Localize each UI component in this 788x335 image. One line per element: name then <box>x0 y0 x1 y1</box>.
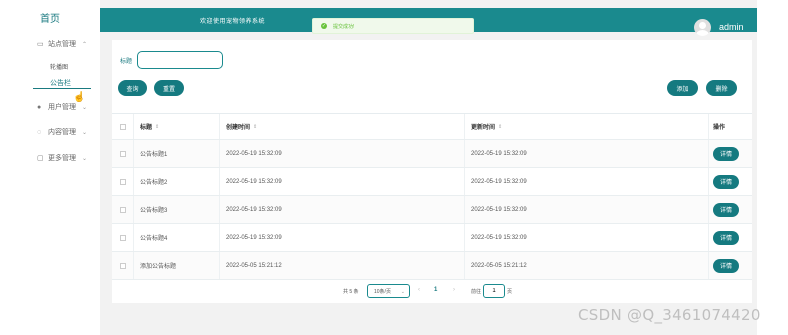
goto-label: 前往 <box>471 289 482 295</box>
pagination-total: 共 5 条 <box>343 289 359 295</box>
sort-icon[interactable]: ⇕ <box>155 124 159 130</box>
sidebar-item-user-management[interactable]: ● 用户管理 ⌄ <box>0 99 100 115</box>
cell-title: 添加公告标题 <box>134 252 220 279</box>
sort-icon[interactable]: ⇕ <box>253 124 257 130</box>
cell-updated: 2022-05-19 15:32:09 <box>465 140 709 167</box>
sidebar-item-content-management[interactable]: ◌ 内容管理 ⌄ <box>0 124 100 140</box>
cell-created: 2022-05-19 15:32:09 <box>220 140 465 167</box>
cell-updated: 2022-05-19 15:32:09 <box>465 196 709 223</box>
table-row: 公告标题3 2022-05-19 15:32:09 2022-05-19 15:… <box>112 196 752 224</box>
row-checkbox[interactable] <box>119 262 126 269</box>
sidebar-item-label: 用户管理 <box>48 104 76 111</box>
detail-button[interactable]: 详情 <box>713 174 739 189</box>
pagination: 共 5 条 10条/页 ⌄ ‹ 1 › 前往 页 <box>112 284 752 298</box>
cell-created: 2022-05-05 15:21:12 <box>220 252 465 279</box>
main-area: 欢迎使用宠物领养系统 admin ✓ 提交成功! 标题 查询 重置 添加 删除 … <box>100 0 757 335</box>
watermark: CSDN @Q_3461074420 <box>578 306 761 324</box>
detail-button[interactable]: 详情 <box>713 202 739 217</box>
goto-page-input[interactable] <box>483 284 505 298</box>
sidebar-item-label: 内容管理 <box>48 129 76 136</box>
table-row: 公告标题1 2022-05-19 15:32:09 2022-05-19 15:… <box>112 140 752 168</box>
page-title: 欢迎使用宠物领养系统 <box>200 18 266 25</box>
sidebar-item-more-management[interactable]: ▢ 更多管理 ⌄ <box>0 150 100 166</box>
user-icon: ● <box>37 103 42 111</box>
chevron-down-icon: ⌄ <box>400 289 405 295</box>
monitor-icon: ▭ <box>37 41 44 48</box>
sidebar-item-label: 更多管理 <box>48 155 76 162</box>
delete-button[interactable]: 删除 <box>706 80 737 96</box>
notice-table: 标题 ⇕ 创建时间 ⇕ 更新时间 ⇕ 操作 公告标题1 2022-05-19 15:3… <box>112 113 752 280</box>
success-toast: ✓ 提交成功! <box>312 18 474 34</box>
table-header: 标题 ⇕ 创建时间 ⇕ 更新时间 ⇕ 操作 <box>112 114 752 140</box>
row-checkbox[interactable] <box>119 178 126 185</box>
next-page-button[interactable]: › <box>453 287 455 293</box>
filter-label: 标题 <box>120 59 133 65</box>
chat-icon: ▢ <box>37 155 44 162</box>
query-button[interactable]: 查询 <box>118 80 147 96</box>
cell-updated: 2022-05-19 15:32:09 <box>465 224 709 251</box>
row-checkbox[interactable] <box>119 234 126 241</box>
page-size-select[interactable]: 10条/页 ⌄ <box>367 284 410 298</box>
comment-icon: ◌ <box>37 128 42 136</box>
detail-button[interactable]: 详情 <box>713 258 739 273</box>
cell-created: 2022-05-19 15:32:09 <box>220 196 465 223</box>
avatar[interactable] <box>694 19 711 36</box>
chevron-up-icon: ⌃ <box>82 41 88 48</box>
chevron-down-icon: ⌄ <box>82 155 88 162</box>
chevron-down-icon: ⌄ <box>82 129 88 136</box>
column-header-created[interactable]: 创建时间 ⇕ <box>220 114 465 139</box>
username[interactable]: admin <box>719 22 744 32</box>
goto-suffix: 页 <box>507 289 513 295</box>
sidebar: 首页 ▭ 站点管理 ⌃ 轮播图 公告栏 ☝ ● 用户管理 ⌄ ◌ 内容管理 ⌄ … <box>0 0 100 335</box>
column-header-updated[interactable]: 更新时间 ⇕ <box>465 114 709 139</box>
page-number[interactable]: 1 <box>434 287 437 293</box>
row-checkbox[interactable] <box>119 206 126 213</box>
table-row: 公告标题4 2022-05-19 15:32:09 2022-05-19 15:… <box>112 224 752 252</box>
table-row: 添加公告标题 2022-05-05 15:21:12 2022-05-05 15… <box>112 252 752 280</box>
add-button[interactable]: 添加 <box>667 80 698 96</box>
sort-icon[interactable]: ⇕ <box>498 124 502 130</box>
cell-created: 2022-05-19 15:32:09 <box>220 224 465 251</box>
sidebar-item-label: 站点管理 <box>48 41 76 48</box>
detail-button[interactable]: 详情 <box>713 146 739 161</box>
row-checkbox[interactable] <box>119 150 126 157</box>
cell-created: 2022-05-19 15:32:09 <box>220 168 465 195</box>
active-indicator <box>33 88 91 89</box>
reset-button[interactable]: 重置 <box>154 80 184 96</box>
cell-title: 公告标题1 <box>134 140 220 167</box>
content-panel: 标题 查询 重置 添加 删除 标题 ⇕ 创建时间 ⇕ 更新时间 ⇕ 操作 公告标题1 … <box>112 40 752 303</box>
sidebar-item-site-management[interactable]: ▭ 站点管理 ⌃ <box>0 36 100 52</box>
cell-updated: 2022-05-05 15:21:12 <box>465 252 709 279</box>
column-header-actions: 操作 <box>713 125 726 131</box>
detail-button[interactable]: 详情 <box>713 230 739 245</box>
cell-title: 公告标题2 <box>134 168 220 195</box>
toast-message: 提交成功! <box>333 23 355 30</box>
cell-updated: 2022-05-19 15:32:09 <box>465 168 709 195</box>
column-header-title[interactable]: 标题 ⇕ <box>134 114 220 139</box>
cell-title: 公告标题3 <box>134 196 220 223</box>
table-row: 公告标题2 2022-05-19 15:32:09 2022-05-19 15:… <box>112 168 752 196</box>
check-circle-icon: ✓ <box>321 23 327 29</box>
select-all-checkbox[interactable] <box>119 123 126 130</box>
cell-title: 公告标题4 <box>134 224 220 251</box>
home-link[interactable]: 首页 <box>0 10 100 25</box>
prev-page-button[interactable]: ‹ <box>418 287 420 293</box>
chevron-down-icon: ⌄ <box>82 104 88 111</box>
title-search-input[interactable] <box>137 51 223 69</box>
